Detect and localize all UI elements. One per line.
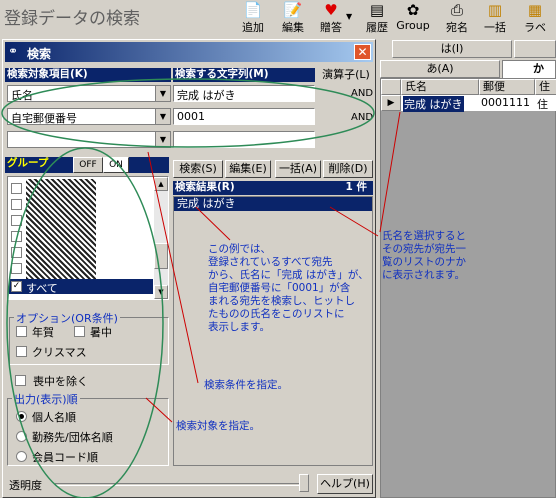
annotation-result-note: この例では、 登録されているすべて宛先 から、氏名に「完成 はがき」が、 自宅郵… xyxy=(208,243,369,333)
arrow-select-2 xyxy=(379,111,401,233)
annotation-target-note: 検索対象を指定。 xyxy=(176,420,260,432)
arrow-select xyxy=(329,206,379,237)
annotation-ellipse-targets xyxy=(6,147,164,498)
annotation-condition-note: 検索条件を指定。 xyxy=(204,379,288,391)
annotation-select-note: 氏名を選択すると その宛先が宛先一 覧のリストのナか に表示されます。 xyxy=(382,230,466,281)
annotation-ellipse-conditions xyxy=(1,78,375,148)
arrow-condition xyxy=(147,151,199,384)
arrow-result xyxy=(195,206,231,241)
